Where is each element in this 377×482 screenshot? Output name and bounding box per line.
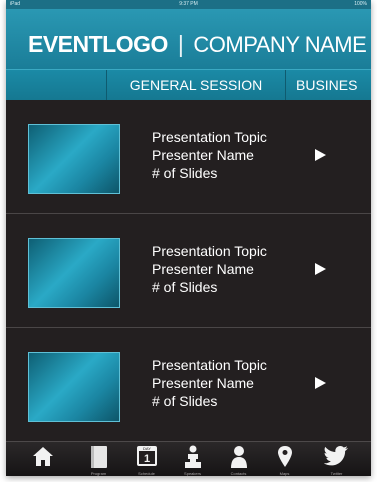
app-header: EVENTLOGO | COMPANY NAME <box>6 9 371 69</box>
nav-speakers[interactable]: Speakers <box>170 442 215 476</box>
presenter-name: Presenter Name <box>152 375 254 391</box>
presentation-topic: Presentation Topic <box>152 129 267 145</box>
tab-spacer <box>6 70 107 100</box>
logo-company-text: COMPANY NAME <box>193 32 367 57</box>
calendar-month: DAY <box>143 446 151 451</box>
tab-business[interactable]: BUSINES <box>296 70 357 100</box>
nav-label: Program <box>90 471 107 476</box>
play-arrow-icon[interactable] <box>315 377 326 389</box>
play-arrow-icon[interactable] <box>315 149 326 161</box>
slide-count: # of Slides <box>152 165 218 181</box>
battery-label: 100% <box>354 1 367 7</box>
clock: 9:37 PM <box>179 1 198 7</box>
status-bar: iPad 9:37 PM 100% <box>6 0 371 9</box>
play-arrow-icon[interactable] <box>315 263 326 275</box>
tab-general-session[interactable]: GENERAL SESSION <box>107 70 286 100</box>
nav-label: Maps <box>279 471 290 476</box>
contact-icon <box>230 446 247 468</box>
nav-schedule[interactable]: DAY 1 Schedule <box>124 442 169 476</box>
nav-home[interactable] <box>20 442 65 476</box>
slide-count: # of Slides <box>152 393 218 409</box>
session-row[interactable]: Presentation Topic Presenter Name # of S… <box>6 328 371 441</box>
presenter-name: Presenter Name <box>152 147 254 163</box>
bottom-nav-bar: Program DAY 1 Schedule Speakers Contacts <box>6 441 371 476</box>
presentation-topic: Presentation Topic <box>152 243 267 259</box>
nav-label: Schedule <box>138 471 155 476</box>
session-row[interactable]: Presentation Topic Presenter Name # of S… <box>6 214 371 328</box>
nav-label: Speakers <box>184 471 201 476</box>
event-logo: EVENTLOGO | COMPANY NAME <box>28 31 367 58</box>
twitter-bird-icon <box>323 446 348 466</box>
presentation-thumbnail <box>28 352 120 422</box>
presentation-topic: Presentation Topic <box>152 357 267 373</box>
presentation-thumbnail <box>28 238 120 308</box>
app-window: iPad 9:37 PM 100% EVENTLOGO | COMPANY NAME… <box>6 0 371 476</box>
nav-twitter[interactable]: Twitter <box>314 442 359 476</box>
nav-label: Contacts <box>230 471 247 476</box>
session-details: Presentation Topic Presenter Name # of S… <box>152 242 267 296</box>
calendar-day: 1 <box>143 453 149 465</box>
calendar-icon: DAY 1 <box>136 446 157 466</box>
session-details: Presentation Topic Presenter Name # of S… <box>152 128 267 182</box>
slide-count: # of Slides <box>152 279 218 295</box>
logo-separator: | <box>177 31 184 57</box>
home-icon <box>32 447 53 466</box>
nav-contacts[interactable]: Contacts <box>216 442 261 476</box>
nav-label: Twitter <box>330 471 343 476</box>
presentation-thumbnail <box>28 124 120 194</box>
session-details: Presentation Topic Presenter Name # of S… <box>152 356 267 410</box>
presenter-name: Presenter Name <box>152 261 254 277</box>
nav-program[interactable]: Program <box>76 442 121 476</box>
map-pin-icon <box>277 446 292 467</box>
book-icon <box>90 446 107 468</box>
session-tab-bar: GENERAL SESSION BUSINES <box>6 69 371 100</box>
nav-maps[interactable]: Maps <box>262 442 307 476</box>
logo-event-text: EVENTLOGO <box>28 31 168 57</box>
session-row[interactable]: Presentation Topic Presenter Name # of S… <box>6 100 371 214</box>
speaker-icon <box>184 445 201 468</box>
